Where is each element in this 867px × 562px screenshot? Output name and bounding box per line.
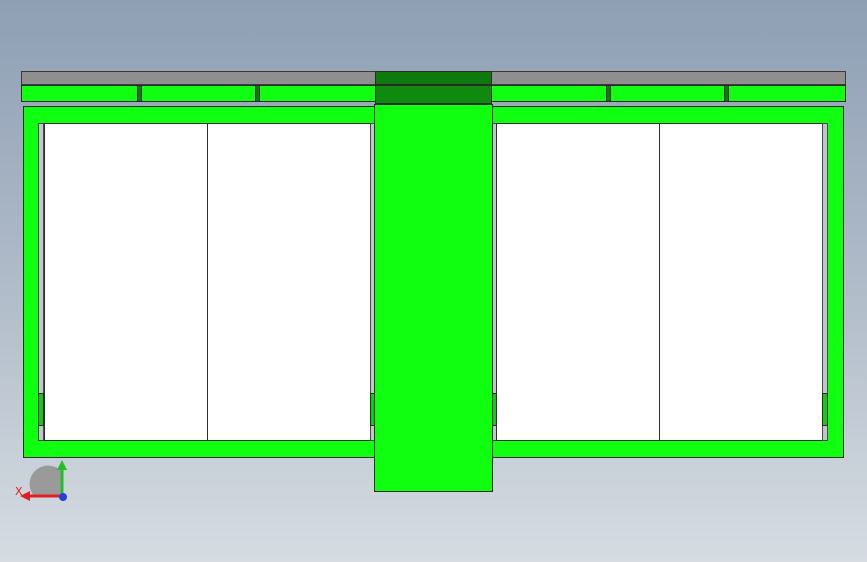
glass-panel-right-1: [496, 123, 660, 441]
center-column: [374, 104, 493, 492]
cad-viewport[interactable]: X: [0, 0, 867, 562]
top-rail-right: [491, 71, 846, 85]
top-rail-left: [21, 71, 376, 85]
rail-post: [724, 85, 729, 102]
center-cap-lower: [375, 85, 492, 104]
center-cap-top: [375, 71, 492, 85]
z-axis-dot: [59, 493, 67, 501]
rail-green-right: [491, 85, 846, 102]
right-jamb-bottom: [822, 393, 828, 426]
glass-panel-left-1: [44, 123, 208, 441]
x-axis-label: X: [15, 485, 23, 498]
rail-post: [606, 85, 611, 102]
y-axis-arrow: [57, 460, 67, 470]
rail-post: [137, 85, 142, 102]
coordinate-triad: [20, 460, 67, 501]
rail-post: [255, 85, 260, 102]
glass-panel-right-2: [659, 123, 823, 441]
glass-panel-left-2: [207, 123, 372, 441]
view-sphere-quadrant: [29, 465, 62, 496]
rail-green-left: [21, 85, 376, 102]
